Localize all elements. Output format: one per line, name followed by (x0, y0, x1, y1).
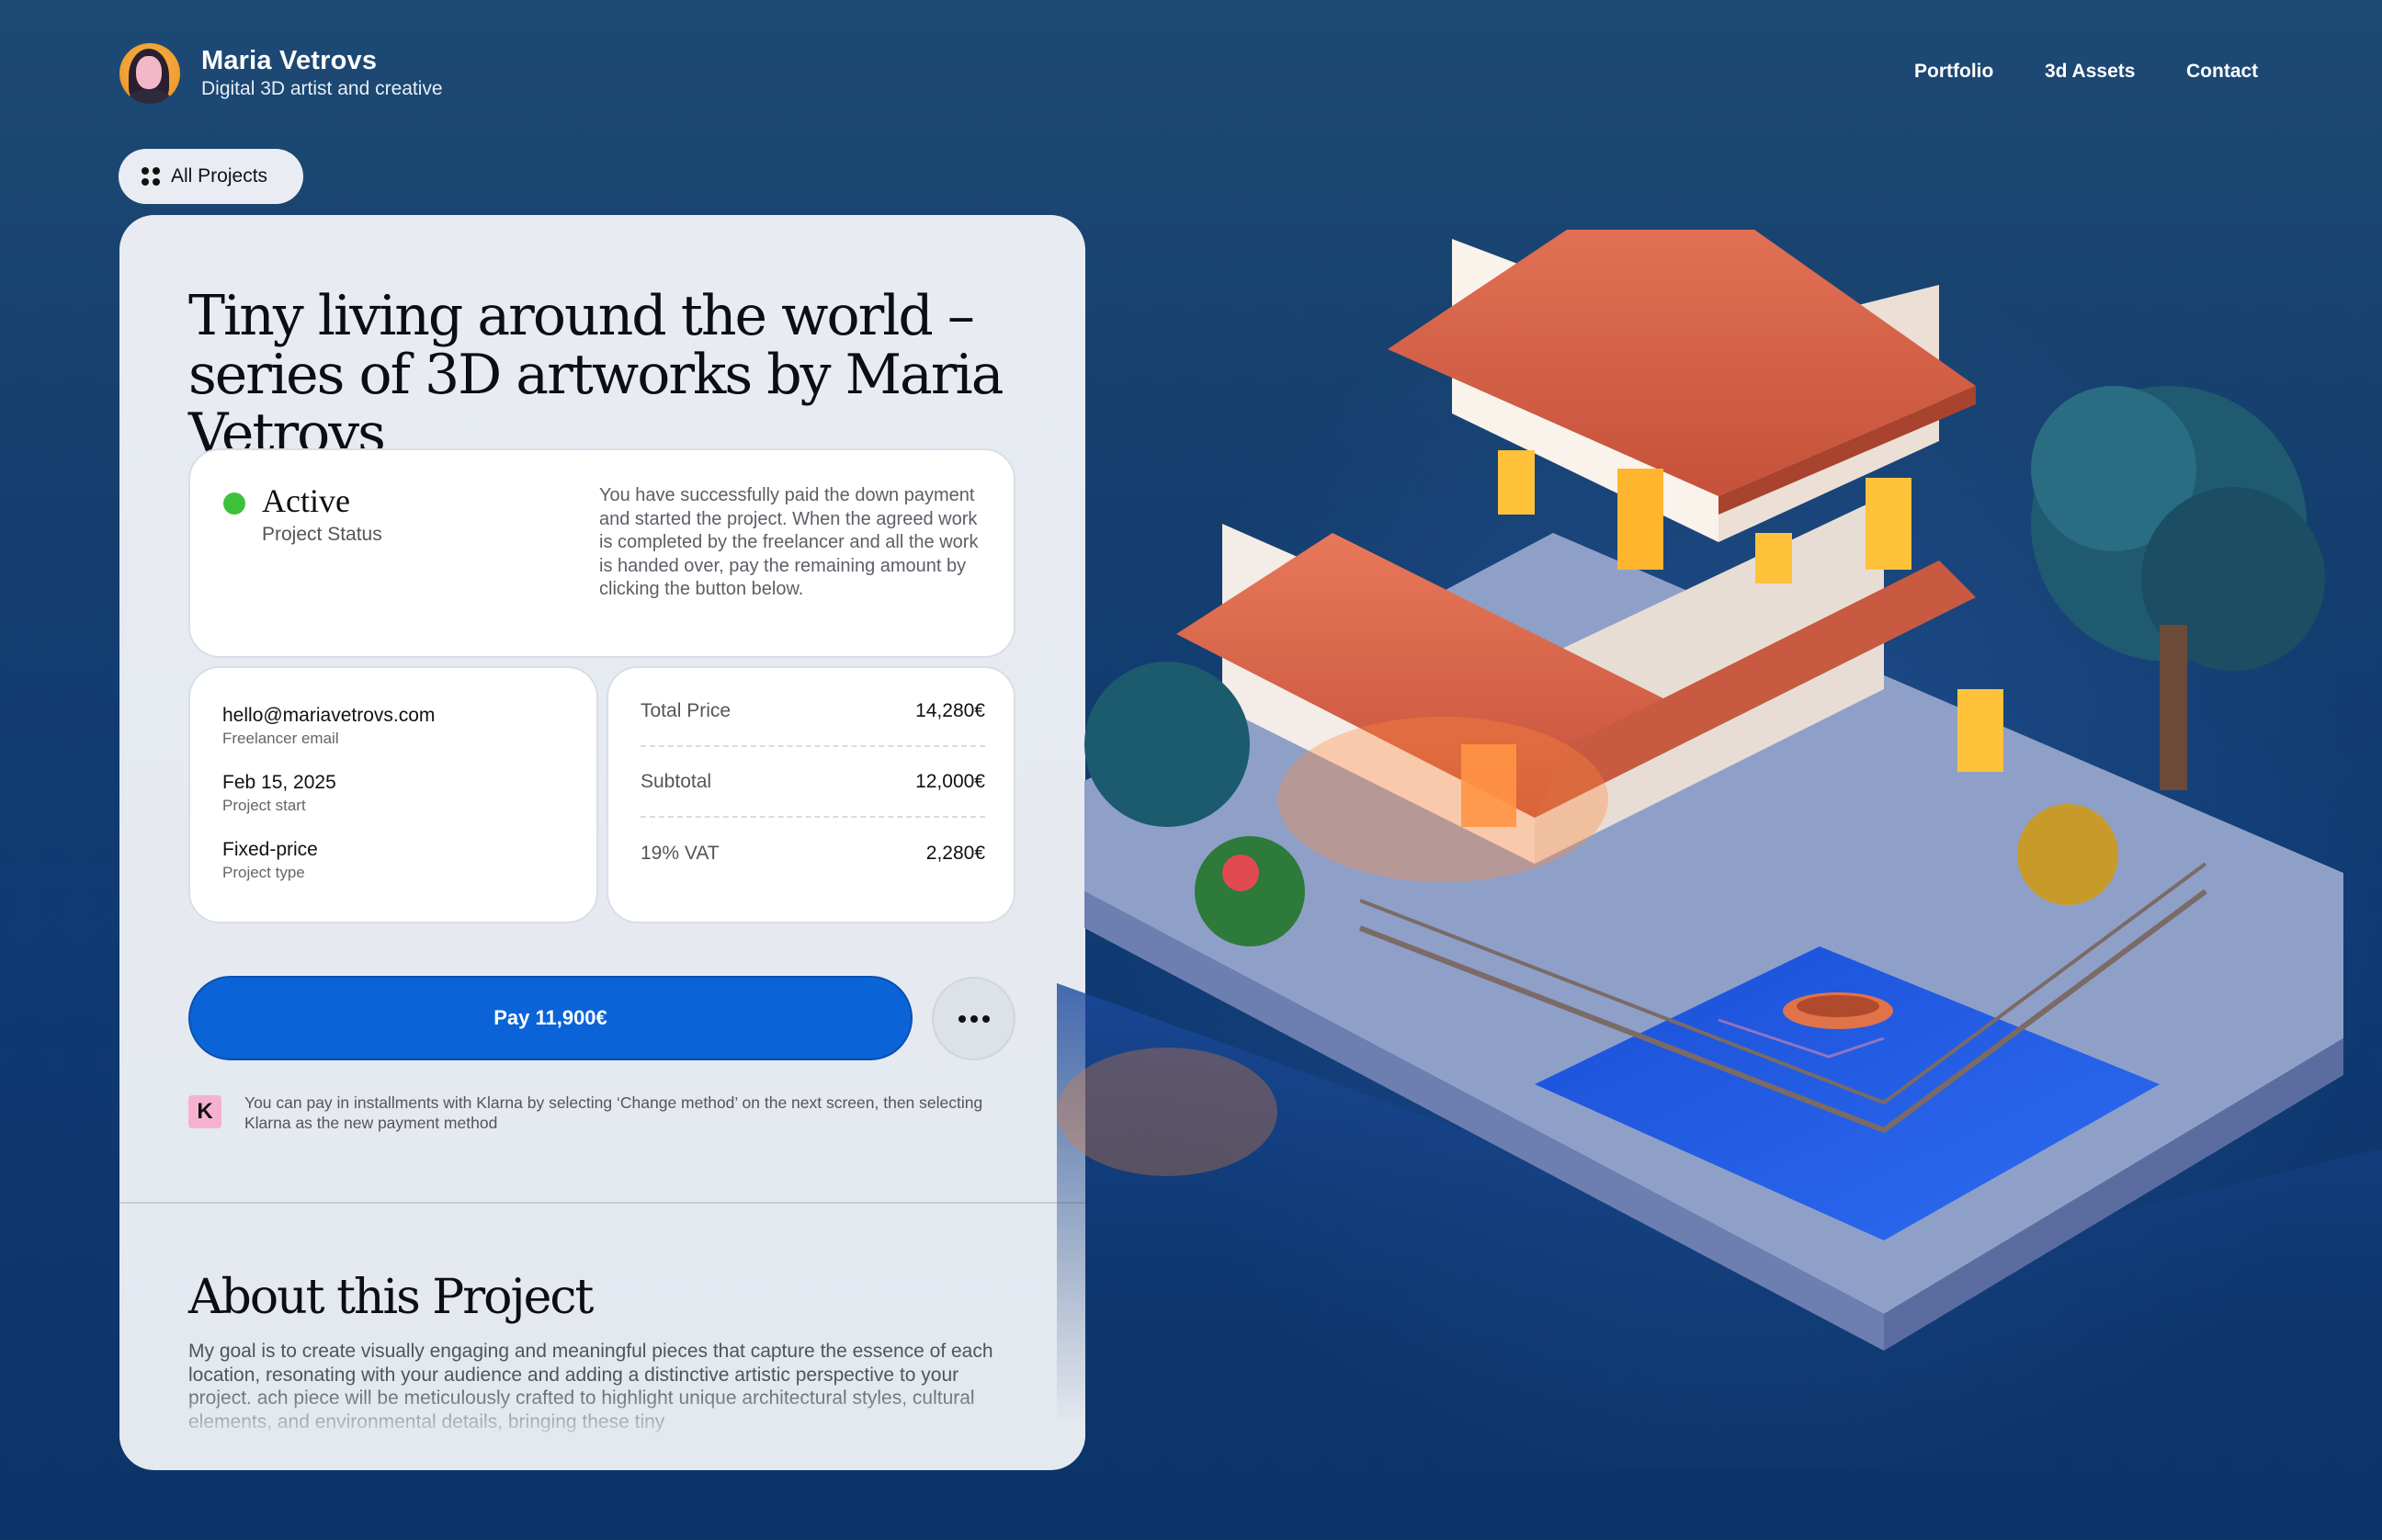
subtotal-label: Subtotal (641, 771, 712, 792)
project-title: Tiny living around the world – series of… (188, 284, 1004, 466)
all-projects-button[interactable]: All Projects (119, 149, 303, 204)
project-type: Fixed-price Project type (222, 839, 318, 882)
klarna-logo-icon: K (188, 1095, 221, 1128)
project-info-box: hello@mariavetrovs.com Freelancer email … (188, 666, 598, 923)
status-description: You have successfully paid the down paym… (599, 485, 979, 599)
price-row-subtotal: Subtotal 12,000€ (641, 748, 985, 818)
grid-icon (142, 167, 160, 186)
price-row-total: Total Price 14,280€ (641, 677, 985, 747)
price-box: Total Price 14,280€ Subtotal 12,000€ 19%… (607, 666, 1015, 923)
freelancer-email: hello@mariavetrovs.com Freelancer email (222, 705, 435, 748)
status-label: Active (262, 482, 350, 519)
section-divider (119, 1202, 1085, 1204)
all-projects-label: All Projects (171, 165, 268, 187)
status-box: Active Project Status You have successfu… (188, 448, 1015, 658)
site-header: Maria Vetrovs Digital 3D artist and crea… (0, 0, 2382, 129)
freelancer-email-label: Freelancer email (222, 730, 339, 747)
project-start-label: Project start (222, 797, 306, 814)
project-start: Feb 15, 2025 Project start (222, 772, 336, 815)
more-icon (958, 1014, 966, 1023)
klarna-note: You can pay in installments with Klarna … (244, 1093, 983, 1132)
vat-value: 2,280€ (925, 843, 985, 864)
about-fade (119, 1382, 1085, 1446)
total-price-label: Total Price (641, 700, 732, 721)
nav-3d-assets[interactable]: 3d Assets (2045, 61, 2135, 83)
price-row-vat: 19% VAT 2,280€ (641, 819, 985, 889)
nav-contact[interactable]: Contact (2186, 61, 2258, 83)
house-artwork-image (1057, 230, 2382, 1424)
project-type-label: Project type (222, 864, 305, 881)
more-options-button[interactable] (932, 977, 1015, 1060)
nav-portfolio[interactable]: Portfolio (1914, 61, 1993, 83)
pay-button[interactable]: Pay 11,900€ (188, 976, 913, 1060)
avatar[interactable] (119, 43, 180, 104)
artist-name: Maria Vetrovs (201, 46, 378, 75)
status-sublabel: Project Status (262, 524, 382, 545)
status-dot-icon (223, 493, 245, 515)
project-type-value: Fixed-price (222, 839, 318, 860)
vat-label: 19% VAT (641, 843, 720, 864)
about-title: About this Project (188, 1270, 594, 1325)
project-card: Tiny living around the world – series of… (119, 215, 1085, 1470)
subtotal-value: 12,000€ (915, 771, 985, 792)
project-start-value: Feb 15, 2025 (222, 772, 336, 793)
freelancer-email-value[interactable]: hello@mariavetrovs.com (222, 705, 435, 727)
total-price-value: 14,280€ (915, 700, 985, 721)
artist-subtitle: Digital 3D artist and creative (201, 78, 443, 99)
